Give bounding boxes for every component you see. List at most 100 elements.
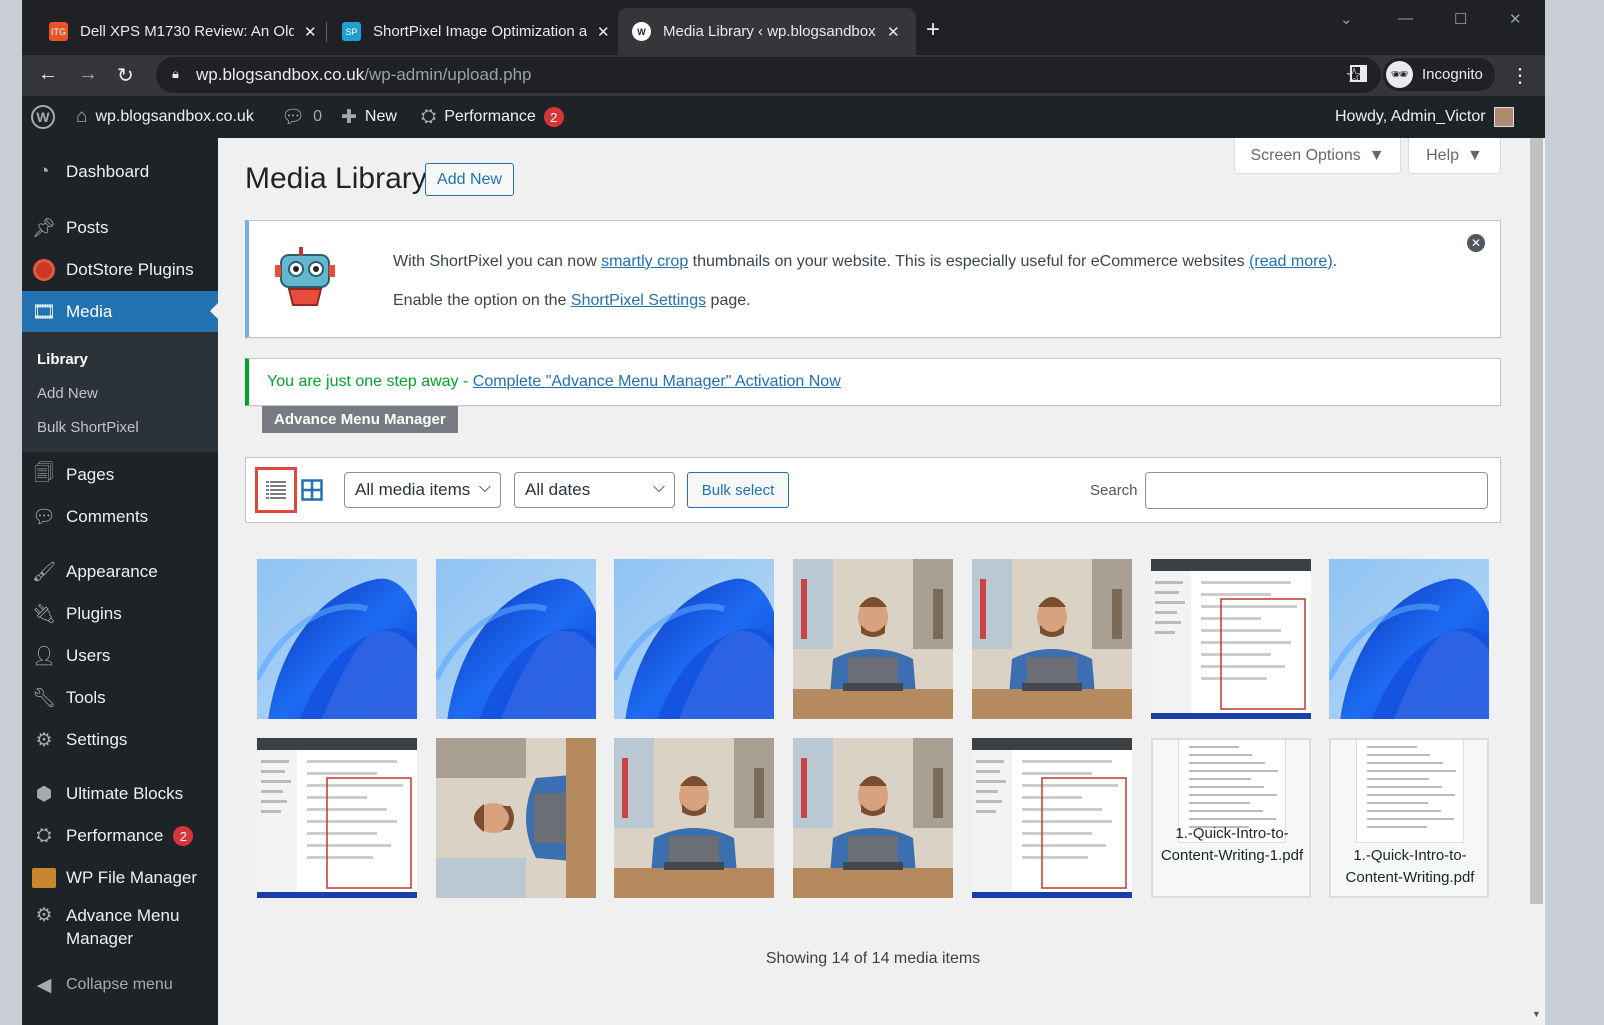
shortpixel-robot-icon	[275, 247, 335, 306]
sidebar-item-users[interactable]: 👤︎ Users	[22, 636, 218, 676]
sidebar-item-plugins[interactable]: 🔌︎ Plugins	[22, 594, 218, 634]
grid-view-icon[interactable]	[301, 479, 323, 501]
performance-link[interactable]: ⛭ Performance 2	[421, 96, 564, 138]
screen-options-button[interactable]: Screen Options ▼	[1234, 138, 1401, 174]
smartly-crop-link[interactable]: smartly crop	[601, 253, 688, 270]
wp-admin-bar: W ⌂ wp.blogsandbox.co.uk 💬︎ 0 ✚ New ⛭ Perfor…	[22, 96, 1545, 138]
help-label: Help	[1426, 146, 1460, 164]
media-type-select[interactable]: All media items ⌵	[344, 472, 501, 508]
media-attachment-thumbnail[interactable]	[257, 559, 417, 719]
activation-link[interactable]: Complete "Advance Menu Manager" Activati…	[473, 373, 841, 390]
browser-tab-1[interactable]: ITG Dell XPS M1730 Review: An Old Gaming…	[35, 8, 331, 55]
account-menu[interactable]: Howdy, Admin_Victor	[1335, 96, 1514, 138]
sidebar-item-performance[interactable]: ⛭ Performance 2	[22, 816, 218, 856]
media-attachment-thumbnail[interactable]	[614, 738, 774, 898]
media-attachment-thumbnail[interactable]	[793, 559, 953, 719]
side-panel-icon[interactable]	[1350, 65, 1367, 82]
sidebar-item-posts[interactable]: 📌︎ Posts	[22, 208, 218, 248]
close-icon[interactable]: ✕	[887, 23, 900, 41]
browser-toolbar: ← → ↻ 🔒︎ wp.blogsandbox.co.uk/wp-admin/u…	[22, 55, 1545, 96]
submenu-add-new[interactable]: Add New	[37, 385, 98, 402]
itg-favicon-icon: ITG	[49, 22, 68, 41]
date-select[interactable]: All dates ⌵	[514, 472, 675, 508]
site-name-link[interactable]: ⌂ wp.blogsandbox.co.uk	[76, 96, 254, 138]
page-scrollbar[interactable]: ▼	[1528, 138, 1545, 1025]
media-attachment-thumbnail[interactable]	[1329, 559, 1489, 719]
media-attachment-thumbnail[interactable]	[436, 738, 596, 898]
media-attachment-thumbnail[interactable]	[972, 559, 1132, 719]
shortpixel-favicon-icon: SP	[342, 22, 361, 41]
search-label: Search	[1090, 482, 1138, 499]
media-attachment-document[interactable]: 1.-Quick-Intro-to-Content-Writing-1.pdf	[1151, 738, 1311, 898]
wordpress-logo-icon[interactable]: W	[31, 96, 55, 138]
blocks-icon: ⬢	[35, 783, 53, 805]
media-attachment-thumbnail[interactable]	[614, 559, 774, 719]
media-attachment-thumbnail[interactable]	[972, 738, 1132, 898]
minimize-icon[interactable]: —	[1398, 10, 1413, 27]
browser-tab-3-active[interactable]: W Media Library ‹ wp.blogsandbox.co.uk ✕	[618, 8, 916, 55]
attachment-filename: 1.-Quick-Intro-to-Content-Writing-1.pdf	[1160, 825, 1304, 864]
back-arrow-icon[interactable]: ←	[38, 63, 58, 86]
comments-count: 0	[313, 108, 323, 125]
comments-link[interactable]: 💬︎ 0	[281, 96, 322, 138]
shortpixel-message-line-1: With ShortPixel you can now smartly crop…	[393, 253, 1338, 270]
shortpixel-settings-link[interactable]: ShortPixel Settings	[571, 292, 706, 309]
gear-icon: ⚙︎	[35, 905, 53, 926]
new-tab-button[interactable]: +	[926, 16, 940, 44]
media-attachment-document[interactable]: 1.-Quick-Intro-to-Content-Writing.pdf	[1329, 738, 1489, 898]
sidebar-item-tools[interactable]: 🔧︎ Tools	[22, 678, 218, 718]
reload-icon[interactable]: ↻	[117, 63, 134, 88]
sidebar-item-wp-file-manager[interactable]: WP File Manager	[22, 858, 218, 898]
sidebar-item-media[interactable]: 🎞︎ Media	[22, 291, 218, 333]
window-close-icon[interactable]: ✕	[1509, 10, 1522, 28]
scroll-down-arrow-icon[interactable]: ▼	[1532, 1009, 1541, 1019]
chevron-down-icon[interactable]: ⌄	[1340, 10, 1353, 28]
kebab-menu-icon[interactable]: ⋮	[1510, 63, 1530, 88]
media-attachment-thumbnail[interactable]	[436, 559, 596, 719]
scrollbar-thumb[interactable]	[1530, 138, 1543, 904]
sidebar-item-comments[interactable]: 💬︎ Comments	[22, 497, 218, 537]
add-new-button[interactable]: Add New	[425, 163, 514, 196]
maximize-icon[interactable]: ☐	[1454, 10, 1467, 28]
sidebar-item-dotstore-plugins[interactable]: DotStore Plugins	[22, 250, 218, 290]
read-more-link[interactable]: (read more)	[1249, 253, 1333, 270]
submenu-library[interactable]: Library	[37, 351, 88, 368]
page-title: Media Library	[245, 162, 427, 195]
comment-bubble-icon: 💬︎	[281, 107, 306, 128]
forward-arrow-icon[interactable]: →	[78, 63, 98, 86]
pin-icon: 📌︎	[31, 218, 57, 239]
sidebar-item-settings[interactable]: ⚙︎ Settings	[22, 720, 218, 760]
profile-button[interactable]: 🕶︎ Incognito	[1383, 58, 1495, 91]
sidebar-item-advance-menu-manager[interactable]: ⚙︎ Advance Menu Manager	[22, 900, 218, 954]
browser-tab-2[interactable]: SP ShortPixel Image Optimization and ✕	[328, 8, 624, 55]
activation-message: You are just one step away - Complete "A…	[267, 373, 841, 390]
sidebar-item-pages[interactable]: 🗐 Pages	[22, 455, 218, 495]
sidebar-collapse-menu[interactable]: ◀ Collapse menu	[22, 965, 218, 1005]
sidebar-item-dashboard[interactable]: ◔ Dashboard	[22, 152, 218, 192]
help-button[interactable]: Help ▼	[1408, 138, 1501, 174]
performance-label: Performance	[444, 108, 536, 125]
close-icon[interactable]: ✕	[597, 23, 610, 41]
dotstore-icon	[22, 258, 66, 281]
new-content-link[interactable]: ✚ New	[341, 96, 397, 138]
bulk-select-button[interactable]: Bulk select	[687, 472, 789, 508]
brush-icon: 🖌︎	[31, 562, 57, 583]
sidebar-item-appearance[interactable]: 🖌︎ Appearance	[22, 552, 218, 592]
update-badge: 2	[543, 107, 564, 127]
dismiss-notice-close-icon[interactable]: ✕	[1467, 234, 1485, 252]
sidebar-item-ultimate-blocks[interactable]: ⬢ Ultimate Blocks	[22, 774, 218, 814]
media-attachment-thumbnail[interactable]	[793, 738, 953, 898]
advance-menu-manager-tag: Advance Menu Manager	[262, 406, 458, 433]
media-attachment-thumbnail[interactable]	[1151, 559, 1311, 719]
submenu-bulk-shortpixel[interactable]: Bulk ShortPixel	[37, 419, 139, 436]
new-label: New	[364, 108, 397, 125]
avatar	[1493, 107, 1514, 127]
update-badge: 2	[173, 826, 194, 846]
address-bar[interactable]: 🔒︎ wp.blogsandbox.co.uk/wp-admin/upload.…	[156, 57, 1381, 93]
media-attachment-thumbnail[interactable]	[257, 738, 417, 898]
chevron-down-icon: ⌵	[478, 479, 491, 496]
list-view-icon[interactable]	[255, 467, 297, 513]
search-input[interactable]	[1145, 472, 1488, 509]
close-icon[interactable]: ✕	[304, 23, 317, 41]
plus-icon: ✚	[341, 106, 357, 128]
